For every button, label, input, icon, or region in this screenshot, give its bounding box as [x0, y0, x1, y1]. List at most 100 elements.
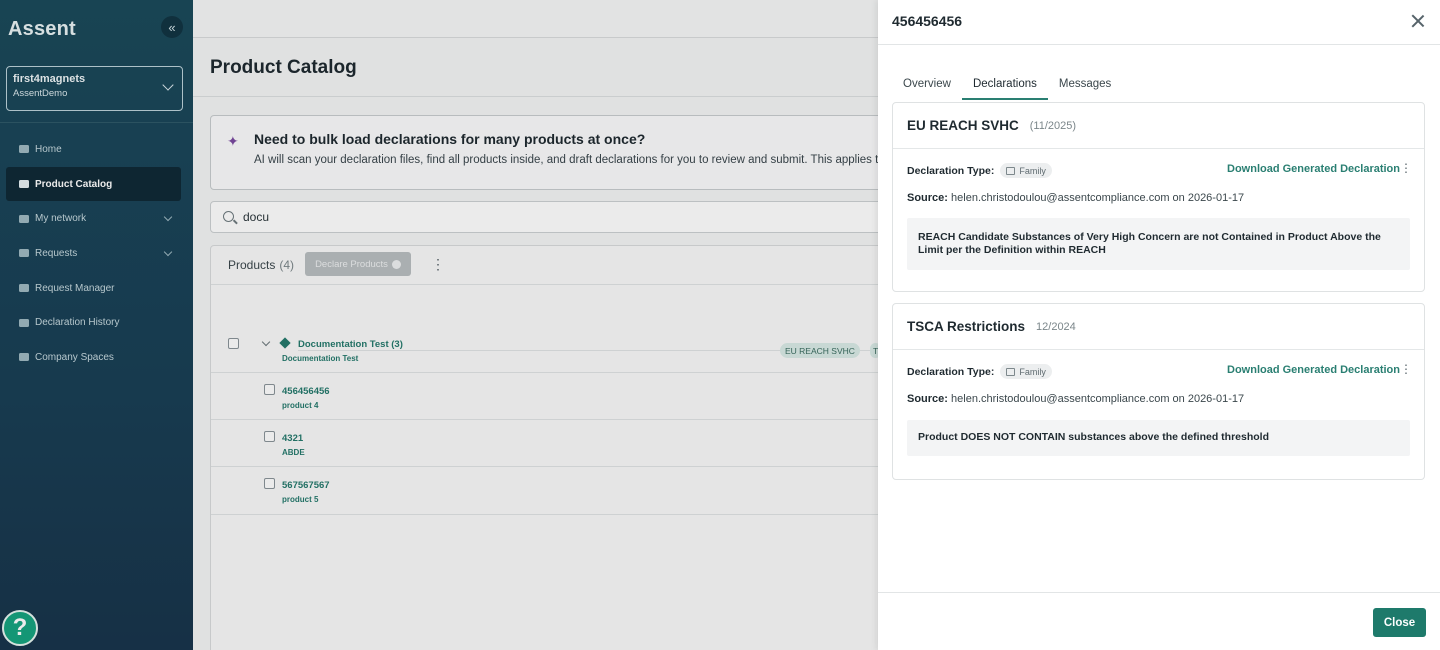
sidebar-item-requests[interactable]: Requests — [0, 236, 193, 271]
row-checkbox[interactable] — [264, 431, 275, 442]
products-label: Products — [228, 258, 276, 272]
sidebar-nav: Home Product Catalog My network Requests… — [0, 132, 193, 375]
sidebar-item-home[interactable]: Home — [0, 132, 193, 167]
sidebar-item-label: Company Spaces — [35, 351, 114, 363]
family-chip: Family — [1000, 364, 1052, 379]
sidebar-item-product-catalog[interactable]: Product Catalog — [6, 166, 181, 202]
sidebar-item-request-manager[interactable]: Request Manager — [0, 271, 193, 306]
declare-products-button[interactable]: Declare Products — [305, 252, 411, 276]
products-count: (4) — [279, 258, 295, 272]
product-name: product 5 — [282, 495, 319, 504]
main-content: Product Catalog ✦ Need to bulk load decl… — [193, 0, 988, 650]
mail-icon — [18, 249, 29, 258]
more-options-icon[interactable]: ⋮ — [1400, 161, 1412, 175]
more-options-icon[interactable]: ⋮ — [1400, 362, 1412, 376]
declaration-date: 12/2024 — [1036, 320, 1076, 333]
users-icon — [18, 214, 29, 223]
declaration-header: EU REACH SVHC (11/2025) — [893, 103, 1424, 149]
help-button[interactable]: ? — [2, 610, 38, 646]
grid-icon — [18, 353, 29, 362]
products-heading: Products (4) — [228, 258, 294, 272]
declaration-name: TSCA Restrictions — [907, 319, 1026, 334]
family-chip: Family — [1000, 163, 1052, 178]
title-divider — [193, 96, 878, 97]
sidebar-item-declaration-history[interactable]: Declaration History — [0, 305, 193, 340]
product-id[interactable]: 4321 — [282, 433, 303, 444]
chevron-down-icon — [163, 213, 173, 222]
sidebar-item-label: My network — [35, 213, 87, 225]
search-value: docu — [243, 210, 270, 224]
declaration-card: TSCA Restrictions 12/2024 Declaration Ty… — [892, 303, 1425, 480]
declaration-statement: REACH Candidate Substances of Very High … — [907, 218, 1410, 270]
table-row[interactable]: 4321 ABDE — [211, 420, 901, 467]
chevron-down-icon — [163, 247, 173, 257]
source-label: Source: — [907, 393, 948, 405]
top-bar — [193, 0, 878, 38]
download-declaration-link[interactable]: Download Generated Declaration — [1227, 364, 1400, 376]
info-icon — [391, 259, 401, 269]
declaration-type-value: Family — [1019, 165, 1046, 176]
declaration-type-value: Family — [1019, 366, 1046, 377]
account-org: AssentDemo — [13, 88, 68, 99]
declare-products-label: Declare Products — [315, 258, 388, 270]
sidebar-item-label: Request Manager — [35, 282, 115, 294]
sidebar-item-my-network[interactable]: My network — [0, 201, 193, 236]
sidebar: Assent « first4magnets AssentDemo Home P… — [0, 0, 193, 650]
search-icon — [223, 211, 234, 222]
banner-text: AI will scan your declaration files, fin… — [254, 154, 885, 166]
sparkle-icon: ✦ — [227, 133, 239, 149]
row-checkbox[interactable] — [228, 338, 239, 349]
search-input[interactable]: docu — [210, 201, 900, 233]
assent-logo[interactable]: Assent — [8, 18, 76, 41]
tab-declarations[interactable]: Declarations — [961, 72, 1048, 100]
close-button[interactable]: Close — [1373, 608, 1426, 637]
tab-messages[interactable]: Messages — [1048, 72, 1122, 100]
source-label: Source: — [907, 192, 948, 204]
table-row[interactable]: 456456456 product 4 — [211, 373, 901, 420]
declaration-date: (11/2025) — [1029, 119, 1077, 132]
declaration-type-label: Declaration Type: — [907, 365, 995, 378]
download-declaration-link[interactable]: Download Generated Declaration — [1227, 163, 1400, 175]
sidebar-divider — [0, 122, 193, 123]
collapse-sidebar-button[interactable]: « — [161, 16, 183, 38]
row-checkbox[interactable] — [264, 478, 275, 489]
product-details-drawer: 456456456 Overview Declarations Messages… — [878, 0, 1440, 650]
bulk-load-banner: ✦ Need to bulk load declarations for man… — [210, 115, 900, 190]
page-title: Product Catalog — [210, 57, 357, 78]
source-value: helen.christodoulou@assentcompliance.com… — [951, 192, 1245, 204]
box-icon — [18, 180, 29, 189]
table-row[interactable]: 567567567 product 5 — [211, 467, 901, 515]
box-icon — [1006, 367, 1016, 376]
question-icon: ? — [12, 614, 28, 641]
product-id[interactable]: 456456456 — [282, 386, 330, 397]
regulation-tag: EU REACH SVHC — [780, 343, 860, 358]
home-icon — [18, 145, 29, 154]
sidebar-item-label: Declaration History — [35, 317, 120, 329]
product-name: ABDE — [282, 448, 305, 457]
declaration-source: Source: helen.christodoulou@assentcompli… — [907, 393, 1244, 405]
close-icon[interactable] — [1410, 13, 1426, 29]
box-icon — [1006, 166, 1016, 175]
products-table: Products (4) Declare Products ⋮ Documenta… — [210, 245, 988, 650]
sidebar-item-label: Product Catalog — [35, 178, 113, 190]
table-header-divider — [211, 284, 901, 285]
declaration-card: EU REACH SVHC (11/2025) Declaration Type… — [892, 102, 1425, 292]
account-switcher[interactable]: first4magnets AssentDemo — [6, 66, 183, 111]
declaration-type-label: Declaration Type: — [907, 164, 995, 177]
sidebar-item-company-spaces[interactable]: Company Spaces — [0, 340, 193, 375]
row-checkbox[interactable] — [264, 384, 275, 395]
drawer-divider — [878, 44, 1440, 45]
drawer-footer-divider — [878, 592, 1440, 593]
sidebar-item-label: Requests — [35, 247, 78, 259]
inbox-icon — [18, 284, 29, 293]
product-id[interactable]: 567567567 — [282, 480, 330, 491]
group-sub: Documentation Test — [282, 354, 359, 363]
banner-heading: Need to bulk load declarations for many … — [254, 131, 646, 147]
declaration-type: Declaration Type: Family — [907, 364, 1052, 379]
declaration-statement: Product DOES NOT CONTAIN substances abov… — [907, 420, 1410, 456]
drawer-tabs: Overview Declarations Messages — [892, 72, 1122, 100]
tab-overview[interactable]: Overview — [892, 72, 962, 100]
drawer-title: 456456456 — [892, 13, 963, 29]
more-options-icon[interactable]: ⋮ — [431, 256, 445, 273]
declaration-name: EU REACH SVHC — [907, 118, 1019, 133]
